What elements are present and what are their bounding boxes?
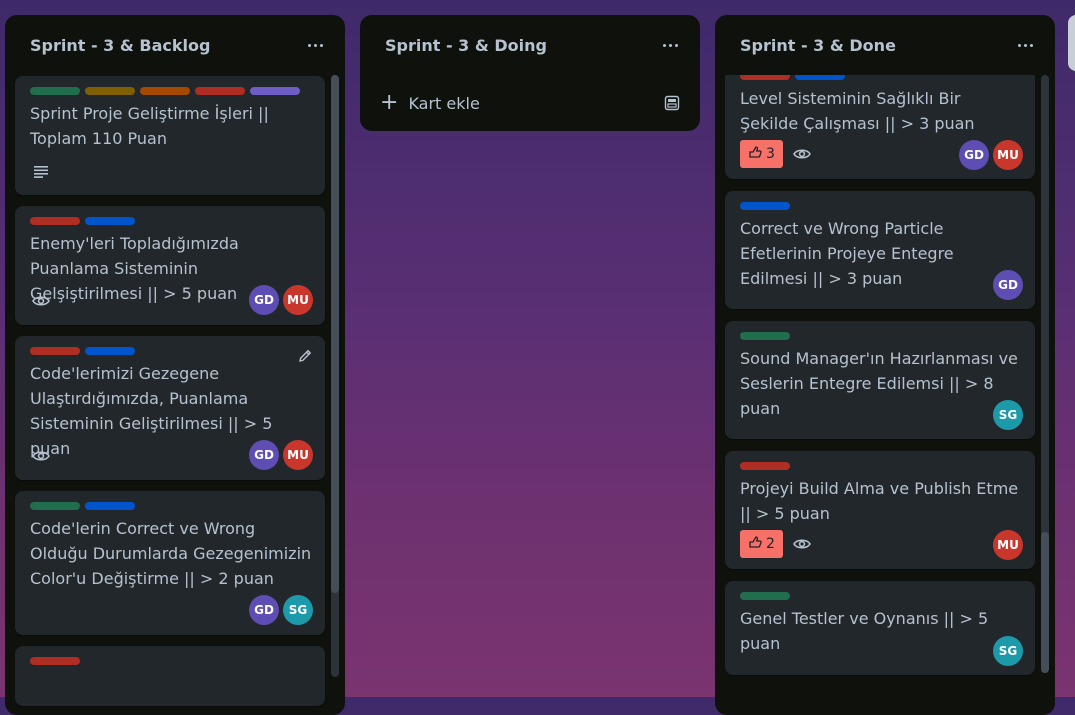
add-card-label: Kart ekle (408, 93, 480, 113)
card[interactable]: Projeyi Build Alma ve Publish Etme || > … (725, 451, 1035, 569)
list-menu-button[interactable] (305, 35, 325, 55)
card[interactable]: Enemy'leri Topladığımızda Puanlama Siste… (15, 206, 325, 325)
scrollbar-thumb[interactable] (1041, 532, 1049, 673)
scrollbar[interactable] (1041, 75, 1049, 673)
avatar-gd[interactable]: GD (959, 140, 989, 170)
avatar-mu[interactable]: MU (283, 285, 313, 315)
label-red[interactable] (30, 217, 80, 225)
list-doing: Sprint - 3 & Doing + Kart ekle (360, 15, 700, 131)
avatar-gd[interactable]: GD (249, 440, 279, 470)
avatar-mu[interactable]: MU (283, 440, 313, 470)
list-backlog: Sprint - 3 & Backlog Sprint Proje Gelişt… (5, 15, 345, 715)
card-labels[interactable] (30, 217, 135, 225)
vote-icon (748, 535, 762, 553)
list-menu-button[interactable] (660, 35, 680, 55)
scrollbar-thumb[interactable] (331, 75, 339, 593)
vote-count: 3 (766, 146, 775, 162)
eye-icon (791, 143, 813, 165)
label-red[interactable] (740, 75, 790, 80)
list-header[interactable]: Sprint - 3 & Done (715, 15, 1055, 77)
label-green[interactable] (30, 87, 80, 95)
eye-icon (791, 533, 813, 555)
card-title: Sound Manager'ın Hazırlanması ve Sesleri… (740, 349, 1018, 418)
card[interactable]: Sprint Proje Geliştirme İşleri || Toplam… (15, 76, 325, 195)
label-green[interactable] (30, 502, 80, 510)
avatar-sg[interactable]: SG (993, 400, 1023, 430)
card-labels[interactable] (740, 202, 790, 210)
add-card-button[interactable]: + Kart ekle (370, 87, 688, 119)
eye-icon (30, 445, 52, 467)
card-labels[interactable] (740, 75, 845, 80)
label-orange[interactable] (140, 87, 190, 95)
avatar-gd[interactable]: GD (249, 285, 279, 315)
eye-icon (30, 290, 52, 312)
label-red[interactable] (30, 347, 80, 355)
label-purple[interactable] (250, 87, 300, 95)
avatar-gd[interactable]: GD (249, 595, 279, 625)
label-blue[interactable] (85, 347, 135, 355)
card-labels[interactable] (30, 347, 135, 355)
card-labels[interactable] (740, 592, 790, 600)
card[interactable]: Genel Testler ve Oynanıs || > 5 puan SG (725, 581, 1035, 675)
card[interactable] (15, 646, 325, 706)
label-yellow[interactable] (85, 87, 135, 95)
label-green[interactable] (740, 332, 790, 340)
card[interactable]: Code'lerimizi Gezegene Ulaştırdığımızda,… (15, 336, 325, 480)
card-labels[interactable] (30, 87, 300, 95)
card-title: Level Sisteminin Sağlıklı Bir Şekilde Ça… (740, 89, 975, 133)
card[interactable]: Code'lerin Correct ve Wrong Olduğu Durum… (15, 491, 325, 635)
card-title: Projeyi Build Alma ve Publish Etme || > … (740, 479, 1019, 523)
label-blue[interactable] (85, 502, 135, 510)
card-labels[interactable] (740, 332, 790, 340)
avatar-gd[interactable]: GD (993, 270, 1023, 300)
scrollbar[interactable] (331, 75, 339, 677)
list-title[interactable]: Sprint - 3 & Backlog (30, 36, 210, 55)
list-done: Sprint - 3 & Done Level Sisteminin Sağlı… (715, 15, 1055, 715)
card[interactable]: Correct ve Wrong Particle Efetlerinin Pr… (725, 191, 1035, 309)
list-header[interactable]: Sprint - 3 & Backlog (5, 15, 345, 77)
card-title: Genel Testler ve Oynanıs || > 5 puan (740, 609, 989, 653)
card-template-icon[interactable] (660, 91, 684, 115)
vote-badge[interactable]: 3 (740, 140, 783, 168)
vote-badge[interactable]: 2 (740, 530, 783, 558)
next-list-edge[interactable] (1068, 15, 1075, 71)
label-blue[interactable] (740, 202, 790, 210)
list-title[interactable]: Sprint - 3 & Done (740, 36, 896, 55)
card-labels[interactable] (30, 657, 80, 665)
card-title: Sprint Proje Geliştirme İşleri || Toplam… (30, 104, 269, 148)
card-labels[interactable] (30, 502, 135, 510)
avatar-sg[interactable]: SG (283, 595, 313, 625)
label-blue[interactable] (795, 75, 845, 80)
avatar-sg[interactable]: SG (993, 636, 1023, 666)
avatar-mu[interactable]: MU (993, 140, 1023, 170)
label-red[interactable] (740, 462, 790, 470)
vote-icon (748, 145, 762, 163)
card[interactable]: Level Sisteminin Sağlıklı Bir Şekilde Ça… (725, 75, 1035, 179)
description-icon (30, 160, 52, 182)
label-red[interactable] (30, 657, 80, 665)
label-red[interactable] (195, 87, 245, 95)
list-menu-button[interactable] (1015, 35, 1035, 55)
avatar-mu[interactable]: MU (993, 530, 1023, 560)
card-title: Code'lerin Correct ve Wrong Olduğu Durum… (30, 519, 312, 588)
card-labels[interactable] (740, 462, 790, 470)
list-header[interactable]: Sprint - 3 & Doing (360, 15, 700, 77)
vote-count: 2 (766, 536, 775, 552)
card-title: Correct ve Wrong Particle Efetlerinin Pr… (740, 219, 954, 288)
list-title[interactable]: Sprint - 3 & Doing (385, 36, 547, 55)
label-green[interactable] (740, 592, 790, 600)
card[interactable]: Sound Manager'ın Hazırlanması ve Sesleri… (725, 321, 1035, 439)
label-blue[interactable] (85, 217, 135, 225)
plus-icon: + (380, 90, 399, 115)
